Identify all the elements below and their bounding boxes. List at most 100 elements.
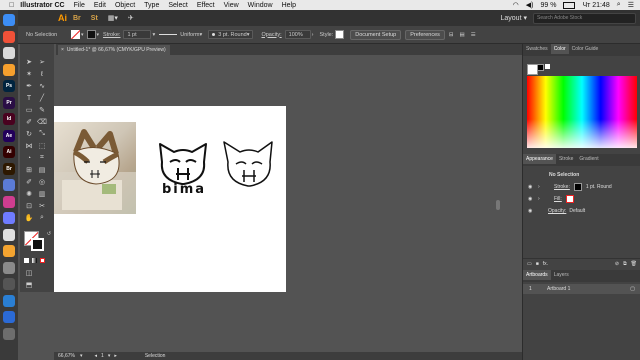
dock-app-icon[interactable]	[3, 30, 15, 43]
expand-arrow-icon[interactable]: ›	[538, 196, 544, 202]
gradient-tool-icon[interactable]: ▤	[37, 165, 47, 175]
color-mode-icon[interactable]	[24, 258, 29, 263]
menu-extras-icon[interactable]: ☰	[628, 1, 634, 9]
menu-help[interactable]: Help	[282, 2, 296, 9]
pen-tool-icon[interactable]: ✒	[24, 81, 34, 91]
vertical-scrollbar[interactable]	[496, 200, 500, 210]
tab-gradient[interactable]: Gradient	[576, 154, 601, 164]
dock-app-icon[interactable]: Ps	[3, 80, 15, 92]
clock[interactable]: Чт 21:48	[582, 2, 609, 9]
workspace-switcher[interactable]: Layout ▾	[501, 14, 528, 22]
width-tool-icon[interactable]: ⋈	[24, 141, 34, 151]
fill-attr-swatch[interactable]	[565, 195, 574, 203]
type-tool-icon[interactable]: T	[24, 93, 34, 103]
dock-app-icon[interactable]	[3, 327, 15, 340]
line-tool-icon[interactable]: ╱	[37, 93, 47, 103]
spotlight-icon[interactable]: ⌕	[617, 1, 621, 9]
bridge-icon[interactable]: Br	[73, 15, 81, 22]
appearance-stroke-row[interactable]: ◉ › Stroke: 1 pt. Round	[523, 182, 640, 192]
tab-color-guide[interactable]: Color Guide	[569, 44, 602, 54]
stroke-color-swatch[interactable]	[31, 238, 44, 251]
dock-app-icon[interactable]: Ae	[3, 129, 15, 142]
artboard-dropdown-icon[interactable]: ▾	[108, 353, 111, 359]
hand-tool-icon[interactable]: ✋	[24, 213, 34, 223]
wifi-icon[interactable]: ◠	[513, 1, 519, 9]
clear-appearance-icon[interactable]: ⊘	[615, 261, 619, 267]
align-icon[interactable]: ⊟	[449, 32, 454, 38]
fill-swatch[interactable]	[71, 30, 80, 39]
symbol-sprayer-tool-icon[interactable]: ✺	[24, 189, 34, 199]
rotate-tool-icon[interactable]: ↻	[24, 129, 34, 139]
tab-color[interactable]: Color	[550, 44, 569, 54]
dock-app-icon[interactable]	[3, 278, 15, 290]
free-transform-tool-icon[interactable]: ⬚	[37, 141, 47, 151]
dock-app-icon[interactable]	[3, 14, 15, 26]
battery-text[interactable]: 99 %	[540, 2, 556, 9]
tab-stroke[interactable]: Stroke	[556, 154, 576, 164]
curvature-tool-icon[interactable]: ∿	[37, 81, 47, 91]
tab-close-icon[interactable]: ×	[61, 47, 64, 53]
appearance-opacity-row[interactable]: ◉ Opacity: Default	[523, 206, 640, 216]
control-menu-icon[interactable]: ☰	[471, 32, 476, 38]
color-spectrum[interactable]	[527, 76, 637, 148]
artboard-tool-icon[interactable]: ⊡	[24, 201, 34, 211]
stroke-attr-value[interactable]: 1 pt. Round	[586, 184, 612, 190]
dock-app-icon[interactable]	[3, 228, 15, 241]
tab-artboards[interactable]: Artboards	[523, 270, 551, 280]
artboard-next-icon[interactable]: ▸	[114, 353, 117, 359]
appearance-fill-row[interactable]: ◉ › Fill:	[523, 194, 640, 204]
gpu-icon[interactable]: ✈	[128, 14, 134, 22]
opacity-arrow-icon[interactable]: ›	[312, 32, 314, 38]
artboard-row[interactable]: 1 Artboard 1 ▢	[523, 284, 640, 294]
blend-tool-icon[interactable]: ◎	[37, 177, 47, 187]
arrange-icon[interactable]: ▦▾	[108, 14, 118, 22]
dock-app-icon[interactable]	[3, 195, 15, 208]
expand-arrow-icon[interactable]: ›	[538, 184, 544, 190]
battery-icon[interactable]	[563, 1, 576, 9]
tab-layers[interactable]: Layers	[551, 270, 572, 280]
artboard-options-icon[interactable]: ▢	[630, 286, 635, 292]
volume-icon[interactable]: ◀)	[526, 1, 534, 9]
none-mode-icon[interactable]	[40, 258, 45, 263]
fill-dropdown-icon[interactable]: ▾	[81, 32, 84, 38]
direct-selection-tool-icon[interactable]: ➢	[37, 57, 47, 67]
artboard-row-name[interactable]: Artboard 1	[547, 286, 570, 292]
new-stroke-icon[interactable]: ▭	[527, 261, 532, 267]
add-effect-button[interactable]: fx.	[543, 261, 548, 267]
artboard-prev-icon[interactable]: ◂	[95, 353, 98, 359]
menu-object[interactable]: Object	[115, 2, 135, 9]
menu-edit[interactable]: Edit	[94, 2, 106, 9]
paintbrush-tool-icon[interactable]: ✎	[37, 105, 47, 115]
brush-definition[interactable]: 3 pt. Round ▾	[208, 30, 254, 39]
mesh-tool-icon[interactable]: ⊞	[24, 165, 34, 175]
placed-photo[interactable]	[54, 122, 136, 214]
dock-app-icon[interactable]: Br	[3, 162, 15, 175]
screen-mode-icon[interactable]: ⬒	[24, 280, 34, 290]
variable-width-profile[interactable]: Uniform ▾	[159, 32, 202, 38]
rectangle-tool-icon[interactable]: ▭	[24, 105, 34, 115]
color-black-swatch[interactable]	[537, 64, 544, 71]
zoom-level-field[interactable]: 66,67%	[58, 353, 80, 359]
dock-app-icon[interactable]: Ai	[3, 146, 15, 158]
visibility-eye-icon[interactable]: ◉	[528, 184, 538, 190]
opacity-field[interactable]: 100%	[284, 30, 311, 39]
tab-swatches[interactable]: Swatches	[523, 44, 551, 54]
dock-app-icon[interactable]	[3, 212, 15, 224]
zoom-tool-icon[interactable]: ⌕	[37, 213, 47, 223]
dock-app-icon[interactable]	[3, 63, 15, 76]
stroke-attr-swatch[interactable]	[573, 183, 582, 191]
slice-tool-icon[interactable]: ✂	[37, 201, 47, 211]
visibility-eye-icon[interactable]: ◉	[528, 208, 538, 214]
zoom-dropdown-icon[interactable]: ▾	[80, 353, 83, 359]
dock-app-icon[interactable]	[3, 311, 15, 323]
dock-app-icon[interactable]: Id	[3, 113, 15, 125]
draw-mode-icon[interactable]: ◫	[24, 268, 34, 278]
magic-wand-tool-icon[interactable]: ✶	[24, 69, 34, 79]
scale-tool-icon[interactable]: ⤡	[37, 129, 47, 139]
menu-window[interactable]: Window	[248, 2, 273, 9]
delete-item-icon[interactable]: 🗑	[631, 261, 637, 267]
artboard-number-field[interactable]: 1	[101, 353, 104, 359]
dock-app-icon[interactable]	[3, 179, 15, 191]
dock-app-icon[interactable]	[3, 245, 15, 257]
dock-app-icon[interactable]	[3, 261, 15, 274]
